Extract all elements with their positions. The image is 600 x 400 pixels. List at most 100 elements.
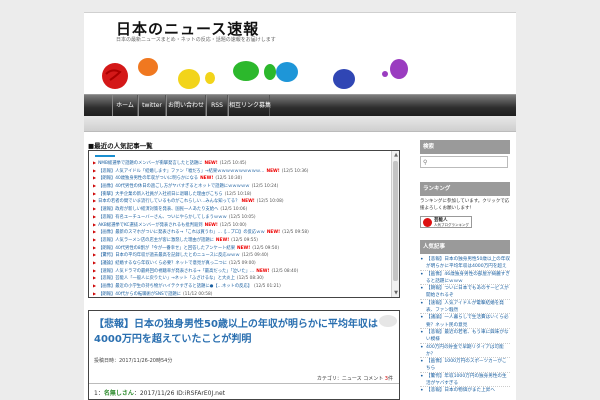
page-wrapper: 日本のニュース速報 日本の最新ニュースまとめ・ネットの反応・話題の速報をお届けし… [84, 12, 516, 400]
article-title[interactable]: 【悲報】日本の独身男性50歳以上の年収が明らかに平均年収は4000万円を超えてい… [94, 317, 384, 347]
search-icon[interactable]: ⚲ [423, 159, 427, 166]
popular-article-item[interactable]: • 【議論】一人暮らしで生活費はいくら必要？ネット民の意見 [420, 314, 510, 329]
recent-article-item[interactable]: ▶ 【画像】最近の小学生の持ち物がハイテクすぎると話題に●【…ネットの反応】 (12… [93, 282, 389, 290]
bullet-icon: • [420, 314, 424, 322]
recent-article-item[interactable]: ▶ 【朗報】40代男性の8割が「今が一番幸せ」と回答したアンケート結果 NEW! (1… [93, 244, 389, 252]
recent-article-title[interactable]: 【朗報】40代男性の8割が「今が一番幸せ」と回答したアンケート結果 [98, 246, 235, 251]
article-category[interactable]: カテゴリ：ニュース [317, 376, 362, 382]
recent-article-title[interactable]: 【悲報】人気アイドル「結婚します」ファン「嘘だろ」→結果ｗｗｗｗｗｗｗｗｗｗ… [98, 169, 264, 174]
recent-article-title[interactable]: 【速報】政府が新しい経済対策を発表、国民一人あたり支給へ [98, 207, 218, 212]
nav-twitter[interactable]: twitter [138, 95, 166, 117]
recent-article-item[interactable]: ▶ 【衝撃】大手企業の新入社員が入社初日に退職した理由がこちら (12/5 10:1… [93, 190, 389, 198]
popular-article-item[interactable]: • 【画像】1000万円のスポーツカーがこちら [420, 358, 510, 373]
popular-article-item[interactable]: • 【画像】46歳独身男性の部屋が綺麗すぎると話題にｗｗｗ [420, 271, 510, 286]
new-badge: NEW! [241, 199, 255, 205]
nav-contact[interactable]: お問い合わせ [166, 95, 206, 117]
search-input[interactable]: ⚲ [420, 156, 508, 168]
paint-purple [390, 59, 408, 79]
recent-article-item[interactable]: ▶ 【画像】40代男性の休日の過ごし方がヤバすぎるとネットで話題にｗｗｗｗｗ (12… [93, 182, 389, 190]
recent-article-item[interactable]: ▶ 【議論】結婚するなら年収いくら必要？ネットで意見が真っ二つに (12/5 09:… [93, 259, 389, 267]
popular-article-item[interactable]: • 400万円の貯金で早期リタイアは可能か？ [420, 344, 510, 359]
popular-article-item[interactable]: • 【悲報】最近の若者、もう車に興味がない模様 [420, 329, 510, 344]
recent-article-item[interactable]: ▶ NMB総選挙で話題のメンバーが衝撃発言したと話題に NEW! (12/5 10:4… [93, 159, 389, 167]
popular-article-title[interactable]: 【悲報】最近の若者、もう車に興味がない模様 [426, 330, 509, 342]
scroll-thumb[interactable] [393, 161, 398, 281]
new-badge: NEW! [204, 222, 218, 228]
ranking-badge[interactable]: 芸能人 人気ブログランキング [420, 216, 472, 228]
recent-article-title[interactable]: 【衝撃】大手企業の新入社員が入社初日に退職した理由がこちら [98, 192, 223, 197]
res-meta: ：2017/11/26 ID:iRSFArE0J.net [133, 390, 225, 397]
comment-bubble-icon[interactable] [379, 315, 397, 327]
accent-bar [95, 155, 115, 157]
nav-link-request[interactable]: 相互リンク募集 [228, 95, 271, 117]
recent-article-item[interactable]: ▶ 【速報】政府が新しい経済対策を発表、国民一人あたり支給へ (12/5 10:06… [93, 205, 389, 213]
recent-article-title[interactable]: 【朗報】40代からの転職術がSNSで話題に [98, 292, 181, 297]
nav-home[interactable]: ホーム [112, 95, 138, 117]
recent-article-title[interactable]: AKB総選挙でKC選抜メンバーが発表されるも批判殺到 [98, 223, 203, 228]
popular-article-item[interactable]: •【悲報】日本の独身男性50歳以上の年収が明らかに平均年収は4000万円を超えて… [420, 256, 510, 271]
recent-article-item[interactable]: ▶【悲報】日本の物価がまた上昇、国民の生活はどうなるのか(11/12 02:54… [93, 297, 389, 298]
popular-article-title[interactable]: 400万円の貯金で早期リタイアは可能か？ [426, 345, 504, 357]
article-card: 【悲報】日本の独身男性50歳以上の年収が明らかに平均年収は4000万円を超えてい… [88, 310, 400, 400]
recent-articles-heading: ■最近の人気記事一覧 [88, 142, 153, 150]
popular-article-title[interactable]: 【議論】一人暮らしで生活費はいくら必要？ネット民の意見 [426, 315, 509, 327]
site-tagline: 日本の最新ニュースまとめ・ネットの反応・話題の速報をお届けします [116, 37, 276, 43]
recent-article-item[interactable]: ▶ 日本の若者の間でいま流行しているものがこれらしい…みんな知ってる？ NEW! (1… [93, 197, 389, 205]
recent-article-title[interactable]: NMB総選挙で話題のメンバーが衝撃発言したと話題に [98, 161, 202, 166]
ranking-widget-title: ランキング [420, 182, 510, 196]
popular-article-title[interactable]: 【画像】1000万円のスポーツカーがこちら [426, 359, 507, 371]
scroll-up-icon[interactable]: ▲ [392, 151, 399, 159]
recent-article-item[interactable]: ▶ 【速報】人気ドラマの最終回の視聴率が発表される→「最高だった」「泣いた」… NE… [93, 267, 389, 275]
recent-article-item[interactable]: ▶ 【驚愕】日本の平均年収が過去最高を記録したとのニュースに反応ｗｗｗ (12/5 … [93, 251, 389, 259]
recent-article-item[interactable]: ▶ 【朗報】40歳独身男性の年収がついに明らかになる NEW! (12/5 10:30… [93, 174, 389, 182]
bullet-icon: • [420, 343, 424, 351]
paint-orange [138, 58, 158, 76]
popular-article-item[interactable]: • 【悲報】日本の物価がまた上昇へ [420, 387, 510, 400]
recent-articles-box: ▶ NMB総選挙で話題のメンバーが衝撃発言したと話題に NEW! (12/5 10:4… [88, 150, 400, 298]
new-badge: NEW! [215, 237, 230, 243]
popular-article-title[interactable]: 【朗報】ついに日本でもあのサービスが開始されるぞ [426, 286, 509, 298]
popular-article-item[interactable]: • 【驚愕】年収1000万円の独身男性の生活がヤバすぎる [420, 373, 510, 388]
recent-article-title[interactable]: 【悲報】芸能人「一般人に戻りたい」→ネット「ふざけるな」と大炎上 [98, 276, 235, 281]
recent-article-item[interactable]: ▶ 【悲報】人気ラーメン店の店主が客に激怒した理由が話題に NEW! (12/5 09… [93, 236, 389, 244]
recent-article-title[interactable]: 【朗報】40歳独身男性の年収がついに明らかになる [98, 176, 198, 181]
popular-article-title[interactable]: 【悲報】日本の物価がまた上昇へ [426, 388, 495, 393]
popular-article-item[interactable]: • 【速報】人気アイドルが電撃結婚を発表、ファン騒然 [420, 300, 510, 315]
recent-article-date: (12/5 09:50) [252, 245, 280, 251]
recent-article-title[interactable]: 【悲報】有名ユーチューバーさん、ついにやらかしてしまうｗｗｗ [98, 215, 227, 220]
recent-article-title[interactable]: 【驚愕】日本の平均年収が過去最高を記録したとのニュースに反応ｗｗｗ [98, 253, 240, 258]
article-date: 投稿日時：2017/11/26-20時54分 [94, 358, 173, 364]
recent-article-title[interactable]: 【速報】人気ドラマの最終回の視聴率が発表される→「最高だった」「泣いた」… [98, 269, 254, 274]
recent-scrollbar[interactable]: ▲ ▼ [391, 151, 399, 297]
popular-article-title[interactable]: 【悲報】日本の独身男性50歳以上の年収が明らかに平均年収は4000万円を超えてい… [426, 257, 510, 270]
recent-article-title[interactable]: 【議論】結婚するなら年収いくら必要？ネットで意見が真っ二つに [98, 261, 227, 266]
nav-rss[interactable]: RSS [206, 95, 228, 117]
recent-article-item[interactable]: ▶ 【悲報】人気アイドル「結婚します」ファン「嘘だろ」→結果ｗｗｗｗｗｗｗｗｗｗ…… [93, 167, 389, 175]
scroll-down-icon[interactable]: ▼ [392, 289, 399, 297]
bullet-icon: • [420, 299, 424, 307]
recent-article-item[interactable]: ▶ AKB総選挙でKC選抜メンバーが発表されるも批判殺到 NEW! (12/5 10:… [93, 221, 389, 229]
sidebar: 検索 ⚲ ランキング ランキングに参加しています。クリックで応援よろしくお願いし… [420, 140, 510, 400]
popular-widget-title: 人気記事 [420, 240, 510, 254]
recent-article-title[interactable]: 【画像】40代男性の休日の過ごし方がヤバすぎるとネットで話題にｗｗｗｗｗ [98, 184, 249, 189]
recent-article-title[interactable]: 日本の若者の間でいま流行しているものがこれらしい…みんな知ってる？ [98, 199, 239, 204]
popular-article-item[interactable]: • 【朗報】ついに日本でもあのサービスが開始されるぞ [420, 285, 510, 300]
recent-article-date: (12/5 09:40) [241, 253, 269, 259]
popular-article-title[interactable]: 【驚愕】年収1000万円の独身男性の生活がヤバすぎる [426, 374, 507, 386]
bullet-triangle-icon: ▶ [93, 290, 97, 296]
recent-article-title[interactable]: 【画像】最新のスマホがついに発表される→「これは買うわ」…【…プロ】の反応ｗｗ [98, 230, 265, 235]
recent-article-item[interactable]: ▶ 【朗報】40代からの転職術がSNSで話題に (11/12 00:58) [93, 290, 389, 297]
recent-article-title[interactable]: 【画像】最近の小学生の持ち物がハイテクすぎると話題に●【…ネットの反応】 [98, 284, 252, 289]
paint-yellow [178, 69, 200, 89]
recent-article-item[interactable]: ▶ 【悲報】芸能人「一般人に戻りたい」→ネット「ふざけるな」と大炎上 (12/5 0… [93, 274, 389, 282]
recent-article-item[interactable]: ▶ 【画像】最新のスマホがついに発表される→「これは買うわ」…【…プロ】の反応ｗｗ… [93, 228, 389, 236]
recent-article-item[interactable]: ▶ 【悲報】有名ユーチューバーさん、ついにやらかしてしまうｗｗｗ (12/5 10:… [93, 213, 389, 221]
paint-blue [333, 69, 355, 89]
popular-article-title[interactable]: 【速報】人気アイドルが電撃結婚を発表、ファン騒然 [426, 301, 504, 313]
popular-article-title[interactable]: 【画像】46歳独身男性の部屋が綺麗すぎると話題にｗｗｗ [426, 272, 510, 284]
top-border [84, 12, 516, 13]
recent-article-date: (12/5 09:55) [231, 237, 258, 243]
bullet-icon: • [420, 270, 424, 278]
recent-article-date: (12/5 01:21) [254, 284, 281, 289]
recent-article-title[interactable]: 【悲報】人気ラーメン店の店主が客に激怒した理由が話題に [98, 238, 214, 243]
